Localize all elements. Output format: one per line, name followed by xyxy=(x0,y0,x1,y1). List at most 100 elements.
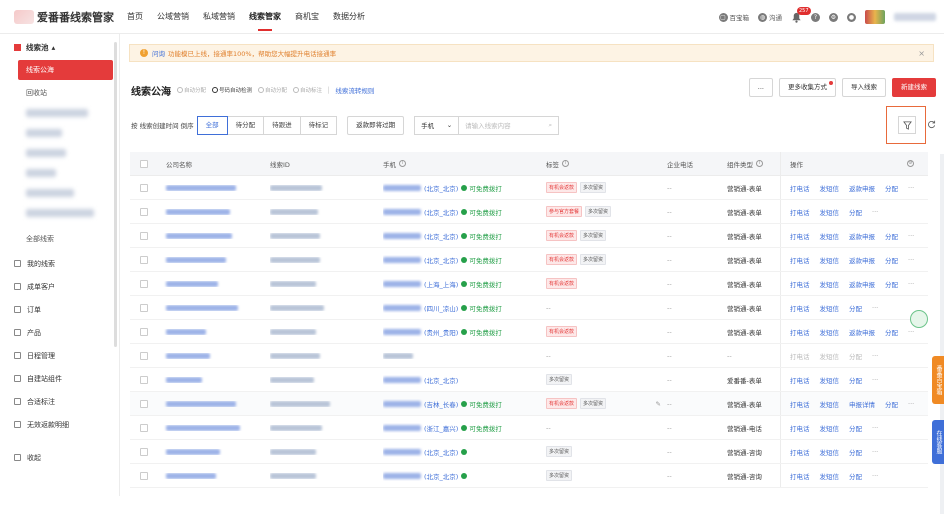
action-link[interactable]: 分配 xyxy=(885,279,898,289)
action-link[interactable]: 分配 xyxy=(885,327,898,337)
row-checkbox[interactable] xyxy=(130,375,157,384)
action-link[interactable]: 打电话 xyxy=(790,399,810,409)
toolbox-link[interactable]: ▢ 百宝箱 xyxy=(718,12,749,22)
table-row[interactable]: (贵州_贵阳) 可免费拨打 有机会返款 -- 营销通-表单 打电话 发短信 返款申报 分配 ··· xyxy=(130,320,928,344)
toolbox-float-tab[interactable]: 番番百宝箱 xyxy=(932,356,944,404)
more-actions-icon[interactable]: ··· xyxy=(872,472,878,480)
action-link[interactable]: 分配 xyxy=(849,423,862,433)
sidebar-item-blurred[interactable] xyxy=(26,109,88,117)
flag-auto-mark[interactable]: 自动标注 xyxy=(293,86,322,94)
action-link[interactable]: 发短信 xyxy=(820,207,840,217)
sort-selector[interactable]: 按 线索创建时间 倒序 xyxy=(131,120,194,130)
sidebar-item[interactable]: 自建站组件 xyxy=(0,367,119,390)
sidebar-item[interactable]: 我的线索 xyxy=(0,252,119,275)
table-row[interactable]: (北京_北京) 可免费拨打 有机会返款 多次留资 -- 营销通-表单 打电话 发短信 返款申报分… xyxy=(130,248,928,272)
collect-methods-button[interactable]: 更多收集方式 xyxy=(779,78,836,97)
table-row[interactable]: (北京_北京) 可免费拨打 参与官方套餐 多次留资 -- 营销通-表单 打电话 发短信 分配 ··… xyxy=(130,200,928,224)
more-button[interactable]: ... xyxy=(748,78,773,97)
action-link[interactable]: 返款申报 xyxy=(849,279,875,289)
table-row[interactable]: (四川_凉山) 可免费拨打 -- -- 营销通-表单 打电话 发短信 分配 ··· xyxy=(130,296,928,320)
more-actions-icon[interactable]: ··· xyxy=(872,448,878,456)
action-link[interactable]: 发短信 xyxy=(820,279,840,289)
sidebar-item-blurred[interactable] xyxy=(26,209,94,217)
action-link[interactable]: 打电话 xyxy=(790,375,810,385)
action-link[interactable]: 发短信 xyxy=(820,351,840,361)
table-row[interactable]: (上海_上海) 可免费拨打 有机会返款 -- 营销通-表单 打电话 发短信 返款申报 分配 ··· xyxy=(130,272,928,296)
action-link[interactable]: 分配 xyxy=(849,351,862,361)
sidebar-item-blurred[interactable] xyxy=(26,129,62,137)
online-service-float-tab[interactable]: 在线客服 xyxy=(932,420,944,464)
action-link[interactable]: 返款申报 xyxy=(849,231,875,241)
sidebar-item-blurred[interactable] xyxy=(26,189,74,197)
action-link[interactable]: 发短信 xyxy=(820,399,840,409)
company-name-blurred[interactable] xyxy=(157,376,270,383)
status-tab[interactable]: 待分配 xyxy=(226,115,265,135)
row-checkbox[interactable] xyxy=(130,351,157,360)
sidebar-group-leads-pool[interactable]: 线索池 ▴ xyxy=(0,34,119,60)
nav-item[interactable]: 私域营销 xyxy=(196,0,242,34)
action-link[interactable]: 发短信 xyxy=(820,231,840,241)
flag-auto-detect[interactable]: 号码自动检测 xyxy=(212,86,252,94)
nav-item[interactable]: 首页 xyxy=(120,0,150,34)
sidebar-item[interactable]: 无效返款明细 xyxy=(0,413,119,436)
sidebar-item[interactable]: 产品 xyxy=(0,321,119,344)
company-name-blurred[interactable] xyxy=(157,232,270,239)
more-actions-icon[interactable]: ··· xyxy=(872,352,878,360)
sidebar-item-blurred[interactable] xyxy=(26,149,66,157)
nav-item[interactable]: 数据分析 xyxy=(326,0,372,34)
action-link[interactable]: 发短信 xyxy=(820,447,840,457)
action-link[interactable]: 分配 xyxy=(885,255,898,265)
sidebar-scrollbar[interactable] xyxy=(114,42,117,347)
action-link[interactable]: 分配 xyxy=(849,447,862,457)
flow-rule-link[interactable]: 线索流转规则 xyxy=(335,85,374,95)
avatar[interactable] xyxy=(865,10,885,24)
more-actions-icon[interactable]: ··· xyxy=(908,184,914,192)
action-link[interactable]: 打电话 xyxy=(790,183,810,193)
nav-item[interactable]: 商机宝 xyxy=(288,0,326,34)
sidebar-item-blurred[interactable] xyxy=(26,169,56,177)
import-leads-button[interactable]: 导入线索 xyxy=(842,78,886,97)
app-logo[interactable]: 爱番番线索管家 xyxy=(14,9,118,25)
action-link[interactable]: 分配 xyxy=(849,375,862,385)
search-field-select[interactable]: 手机 ⌄ xyxy=(414,115,460,135)
table-row[interactable]: (北京_北京) 多次留资 -- 营销通-咨询 打电话 发短信 分配 ··· xyxy=(130,440,928,464)
row-checkbox[interactable] xyxy=(130,399,157,408)
action-link[interactable]: 打电话 xyxy=(790,447,810,457)
action-link[interactable]: 打电话 xyxy=(790,351,810,361)
company-name-blurred[interactable] xyxy=(157,448,270,455)
sidebar-item-public-pool[interactable]: 线索公海 xyxy=(18,60,113,80)
action-link[interactable]: 分配 xyxy=(849,207,862,217)
column-settings-icon[interactable]: ⚙ xyxy=(907,160,914,167)
table-row[interactable]: (北京_北京) 可免费拨打 有机会返款 多次留资 -- 营销通-表单 打电话 发短信 返款申报分… xyxy=(130,176,928,200)
sidebar-item-all-leads[interactable]: 全部线索 xyxy=(18,229,113,249)
more-actions-icon[interactable]: ··· xyxy=(908,328,914,336)
bell-icon[interactable]: 257 xyxy=(791,6,811,23)
filter-button[interactable] xyxy=(898,116,916,134)
action-link[interactable]: 打电话 xyxy=(790,207,810,217)
action-link[interactable]: 发短信 xyxy=(820,255,840,265)
search-input[interactable]: 请输入线索内容 ⌕ xyxy=(459,115,560,135)
action-link[interactable]: 返款申报 xyxy=(849,255,875,265)
company-name-blurred[interactable] xyxy=(157,424,270,431)
row-checkbox[interactable] xyxy=(130,279,157,288)
action-link[interactable]: 发短信 xyxy=(820,375,840,385)
company-name-blurred[interactable] xyxy=(157,472,270,479)
action-link[interactable]: 发短信 xyxy=(820,183,840,193)
row-checkbox[interactable] xyxy=(130,183,157,192)
row-checkbox[interactable] xyxy=(130,207,157,216)
create-lead-button[interactable]: 新建线索 xyxy=(892,78,936,97)
action-link[interactable]: 发短信 xyxy=(820,327,840,337)
action-link[interactable]: 打电话 xyxy=(790,303,810,313)
row-checkbox[interactable] xyxy=(130,471,157,480)
company-name-blurred[interactable] xyxy=(157,400,270,407)
company-name-blurred[interactable] xyxy=(157,280,270,287)
refresh-button[interactable] xyxy=(924,115,938,133)
help-icon[interactable]: ? xyxy=(811,12,820,22)
communicate-link[interactable]: ◍ 沟通 xyxy=(758,12,782,22)
notice-link[interactable]: 问询 xyxy=(152,48,165,58)
flag-auto-assign-2[interactable]: 自动分配 xyxy=(258,86,287,94)
row-checkbox[interactable] xyxy=(130,447,157,456)
company-name-blurred[interactable] xyxy=(157,304,270,311)
nav-item[interactable]: 线索管家 xyxy=(242,0,288,34)
action-link[interactable]: 发短信 xyxy=(820,423,840,433)
